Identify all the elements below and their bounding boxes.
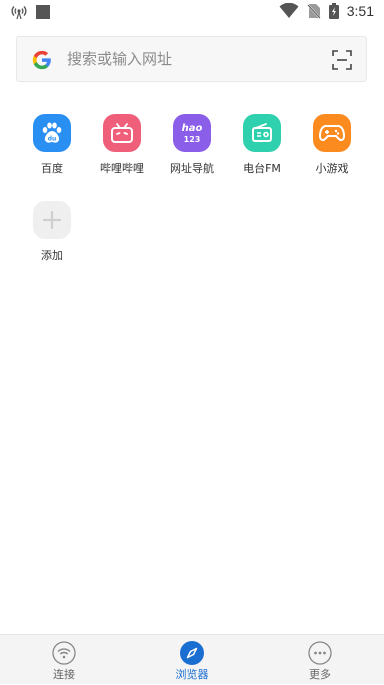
shortcut-label: 添加 [41,249,63,262]
compass-icon [180,641,204,665]
bilibili-tv-icon [103,114,141,152]
nav-tab-browser[interactable]: 浏览器 [142,635,242,685]
status-time: 3:51 [346,3,374,19]
notification-square-icon [36,5,50,19]
shortcut-label: 哔哩哔哩 [100,162,144,175]
status-bar: 3:51 [0,0,384,28]
no-sim-icon [307,4,321,19]
shortcut-baidu[interactable]: du 百度 [17,114,87,184]
battery-charging-icon [328,3,339,19]
svg-text:du: du [48,136,57,143]
plus-icon [33,201,71,239]
shortcut-label: 网址导航 [170,162,214,175]
search-bar[interactable] [16,36,367,82]
hotspot-icon [11,6,27,20]
nav-label: 更多 [309,668,331,681]
shortcut-radio-fm[interactable]: 电台FM [227,114,297,184]
shortcut-label: 电台FM [243,162,281,175]
wifi-icon [52,641,76,665]
nav-tab-connect[interactable]: 连接 [14,635,114,685]
nav-tab-more[interactable]: 更多 [270,635,370,685]
google-logo-icon [32,50,51,70]
hao123-logo-text: hao [182,123,203,134]
wifi-signal-icon [279,3,299,18]
gamepad-icon [313,114,351,152]
radio-icon [243,114,281,152]
scan-icon[interactable] [332,50,352,70]
shortcut-hao123[interactable]: hao 123 网址导航 [157,114,227,184]
shortcut-label: 百度 [41,162,63,175]
shortcut-mini-games[interactable]: 小游戏 [297,114,367,184]
nav-label: 连接 [53,668,75,681]
shortcut-bilibili[interactable]: 哔哩哔哩 [87,114,157,184]
shortcut-add[interactable]: 添加 [17,201,87,271]
hao123-icon: hao 123 [173,114,211,152]
search-input[interactable] [67,37,317,81]
shortcut-label: 小游戏 [315,162,349,175]
nav-label: 浏览器 [175,668,209,681]
hao123-logo-number: 123 [184,135,201,144]
baidu-paw-icon: du [33,114,71,152]
more-dots-icon [308,641,332,665]
bottom-nav: 连接 浏览器 更多 [0,634,384,684]
